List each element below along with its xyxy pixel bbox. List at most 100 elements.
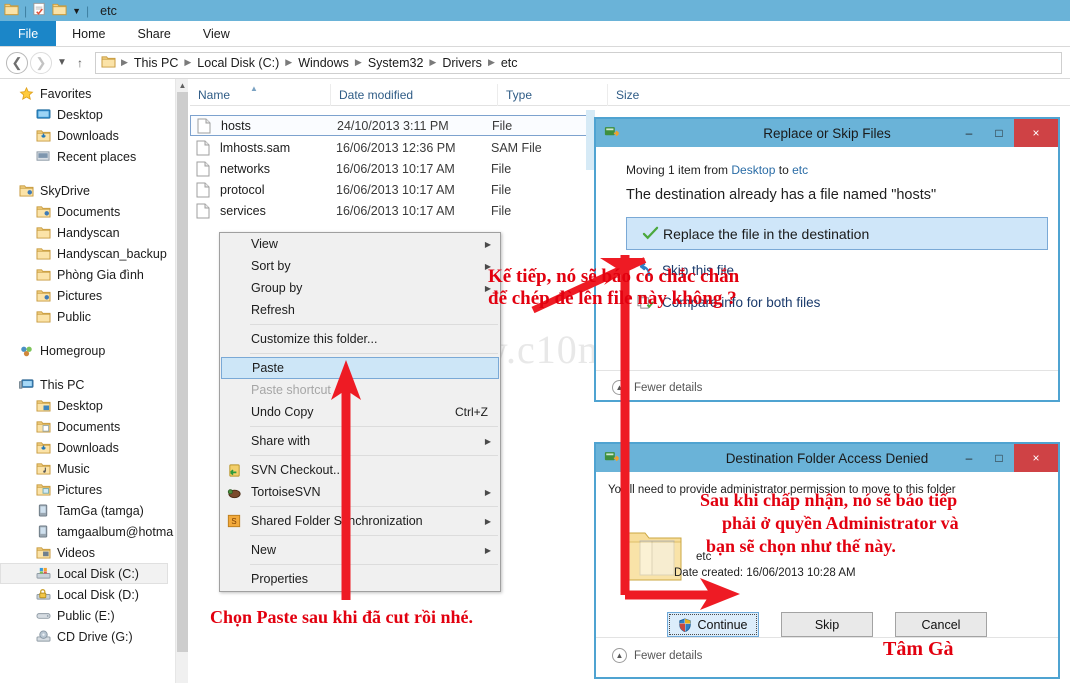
file-icon bbox=[196, 140, 212, 156]
column-header-date-modified[interactable]: Date modified bbox=[330, 83, 497, 106]
navigation-bar: ❮ ❯ ▼ ↑ ▶ This PC ▶ Local Disk (C:) ▶ Wi… bbox=[0, 47, 1070, 79]
menu-separator bbox=[250, 506, 498, 507]
context-menu-item-svn-checkout[interactable]: SVN Checkout.. bbox=[220, 459, 500, 481]
sidebar-item-desktop[interactable]: Desktop bbox=[0, 104, 175, 125]
scrollbar-thumb[interactable] bbox=[177, 92, 188, 652]
minimize-button[interactable]: – bbox=[954, 119, 984, 147]
sidebar-item-tamgaalbum[interactable]: tamgaalbum@hotma bbox=[0, 521, 175, 542]
option-compare-info[interactable]: Compare info for both files bbox=[634, 294, 1058, 310]
close-button[interactable]: × bbox=[1014, 119, 1058, 147]
fewer-details-toggle[interactable]: ▲ Fewer details bbox=[612, 648, 702, 663]
sidebar-item-pc-pictures[interactable]: Pictures bbox=[0, 479, 175, 500]
menu-label: Customize this folder... bbox=[251, 332, 378, 346]
breadcrumb-item-drivers[interactable]: Drivers bbox=[439, 56, 485, 70]
fewer-details-label: Fewer details bbox=[634, 381, 703, 394]
table-row[interactable]: protocol 16/06/2013 10:17 AM File bbox=[190, 179, 590, 200]
sidebar-item-skydrive-documents[interactable]: Documents bbox=[0, 201, 175, 222]
context-menu-item-refresh[interactable]: Refresh bbox=[220, 299, 500, 321]
sidebar-item-skydrive-pictures[interactable]: Pictures bbox=[0, 285, 175, 306]
breadcrumb-item-system32[interactable]: System32 bbox=[365, 56, 427, 70]
context-menu-item-shared-folder-sync[interactable]: S Shared Folder Synchronization ▶ bbox=[220, 510, 500, 532]
context-menu-item-customize-folder[interactable]: Customize this folder... bbox=[220, 328, 500, 350]
table-row[interactable]: lmhosts.sam 16/06/2013 12:36 PM SAM File bbox=[190, 137, 590, 158]
forward-arrow-icon[interactable]: ❯ bbox=[30, 51, 52, 74]
sidebar-item-pc-desktop[interactable]: Desktop bbox=[0, 395, 175, 416]
sidebar-item-phong-gia-dinh[interactable]: Phòng Gia đình bbox=[0, 264, 175, 285]
minimize-button[interactable]: – bbox=[954, 444, 984, 472]
column-label: Size bbox=[616, 87, 640, 102]
context-menu-item-properties[interactable]: Properties bbox=[220, 568, 500, 590]
tab-view[interactable]: View bbox=[187, 21, 246, 46]
recent-places-icon bbox=[35, 149, 52, 165]
sidebar-item-music[interactable]: Music bbox=[0, 458, 175, 479]
navigation-pane-scrollbar[interactable]: ▲ bbox=[175, 79, 188, 683]
sidebar-item-handyscan[interactable]: Handyscan bbox=[0, 222, 175, 243]
sidebar-item-pc-downloads[interactable]: Downloads bbox=[0, 437, 175, 458]
context-menu-item-sort-by[interactable]: Sort by ▶ bbox=[220, 255, 500, 277]
sidebar-item-tamga[interactable]: TamGa (tamga) bbox=[0, 500, 175, 521]
context-menu-item-share-with[interactable]: Share with ▶ bbox=[220, 430, 500, 452]
this-pc-icon bbox=[18, 377, 35, 393]
sidebar-item-local-disk-c[interactable]: Local Disk (C:) bbox=[0, 563, 168, 584]
context-menu-item-undo-copy[interactable]: Undo Copy Ctrl+Z bbox=[220, 401, 500, 423]
context-menu-item-new[interactable]: New ▶ bbox=[220, 539, 500, 561]
source-link[interactable]: Desktop bbox=[731, 163, 775, 177]
column-header-name[interactable]: Name ▲ bbox=[190, 84, 330, 106]
fewer-details-toggle[interactable]: ▲ Fewer details bbox=[612, 380, 702, 395]
breadcrumb-item-local-disk-c[interactable]: Local Disk (C:) bbox=[194, 56, 282, 70]
destination-link[interactable]: etc bbox=[792, 163, 808, 177]
tab-share[interactable]: Share bbox=[122, 21, 187, 46]
maximize-button[interactable]: □ bbox=[984, 119, 1014, 147]
option-skip-file[interactable]: Skip this file bbox=[634, 262, 1058, 278]
sidebar-item-cd-drive-g[interactable]: CD Drive (G:) bbox=[0, 626, 175, 647]
sidebar-item-downloads[interactable]: Downloads bbox=[0, 125, 175, 146]
scroll-up-icon[interactable]: ▲ bbox=[176, 79, 189, 92]
sidebar-item-skydrive[interactable]: SkyDrive bbox=[0, 180, 175, 201]
new-folder-icon[interactable] bbox=[52, 2, 67, 19]
breadcrumb-item-etc[interactable]: etc bbox=[498, 56, 521, 70]
sidebar-item-this-pc[interactable]: This PC bbox=[0, 374, 175, 395]
column-header-type[interactable]: Type bbox=[497, 83, 607, 106]
properties-icon[interactable] bbox=[32, 2, 47, 19]
tab-file[interactable]: File bbox=[0, 21, 57, 46]
skip-button[interactable]: Skip bbox=[781, 612, 873, 637]
column-header-size[interactable]: Size bbox=[607, 83, 702, 106]
close-button[interactable]: × bbox=[1014, 444, 1058, 472]
option-replace-file[interactable]: Replace the file in the destination bbox=[626, 217, 1048, 250]
context-menu-item-view[interactable]: View ▶ bbox=[220, 233, 500, 255]
context-menu-item-paste[interactable]: Paste bbox=[221, 357, 499, 379]
breadcrumb-item-windows[interactable]: Windows bbox=[295, 56, 352, 70]
breadcrumb-item-this-pc[interactable]: This PC bbox=[131, 56, 181, 70]
sidebar-label: Favorites bbox=[40, 86, 92, 101]
shared-folder-icon bbox=[35, 204, 52, 220]
file-icon bbox=[196, 161, 212, 177]
sidebar-item-pc-documents[interactable]: Documents bbox=[0, 416, 175, 437]
table-row[interactable]: services 16/06/2013 10:17 AM File bbox=[190, 200, 590, 221]
sidebar-item-homegroup[interactable]: Homegroup bbox=[0, 340, 175, 361]
back-arrow-icon[interactable]: ❮ bbox=[6, 51, 28, 74]
context-menu-item-group-by[interactable]: Group by ▶ bbox=[220, 277, 500, 299]
tab-home[interactable]: Home bbox=[56, 21, 121, 46]
sidebar-item-public[interactable]: Public bbox=[0, 306, 175, 327]
context-menu-item-paste-shortcut[interactable]: Paste shortcut bbox=[220, 379, 500, 401]
sidebar-item-recent-places[interactable]: Recent places bbox=[0, 146, 175, 167]
sidebar-item-public-e[interactable]: Public (E:) bbox=[0, 605, 175, 626]
moving-mid: to bbox=[775, 163, 793, 177]
continue-button[interactable]: Continue bbox=[667, 612, 759, 637]
up-arrow-icon[interactable]: ↑ bbox=[72, 56, 88, 70]
table-row[interactable]: networks 16/06/2013 10:17 AM File bbox=[190, 158, 590, 179]
sidebar-item-handyscan-backup[interactable]: Handyscan_backup bbox=[0, 243, 175, 264]
chevron-down-icon[interactable]: ▼ bbox=[54, 57, 70, 68]
cancel-button[interactable]: Cancel bbox=[895, 612, 987, 637]
context-menu-item-tortoisesvn[interactable]: TortoiseSVN ▶ bbox=[220, 481, 500, 503]
folder-icon[interactable] bbox=[4, 2, 19, 19]
submenu-arrow-icon: ▶ bbox=[484, 239, 491, 249]
maximize-button[interactable]: □ bbox=[984, 444, 1014, 472]
table-row[interactable]: hosts 24/10/2013 3:11 PM File bbox=[190, 115, 590, 136]
dropdown-icon[interactable]: ▼ bbox=[72, 6, 81, 16]
sidebar-item-videos[interactable]: Videos bbox=[0, 542, 175, 563]
sidebar-item-local-disk-d[interactable]: Local Disk (D:) bbox=[0, 584, 175, 605]
breadcrumb[interactable]: ▶ This PC ▶ Local Disk (C:) ▶ Windows ▶ … bbox=[95, 51, 1062, 74]
sidebar-item-favorites[interactable]: Favorites bbox=[0, 83, 175, 104]
